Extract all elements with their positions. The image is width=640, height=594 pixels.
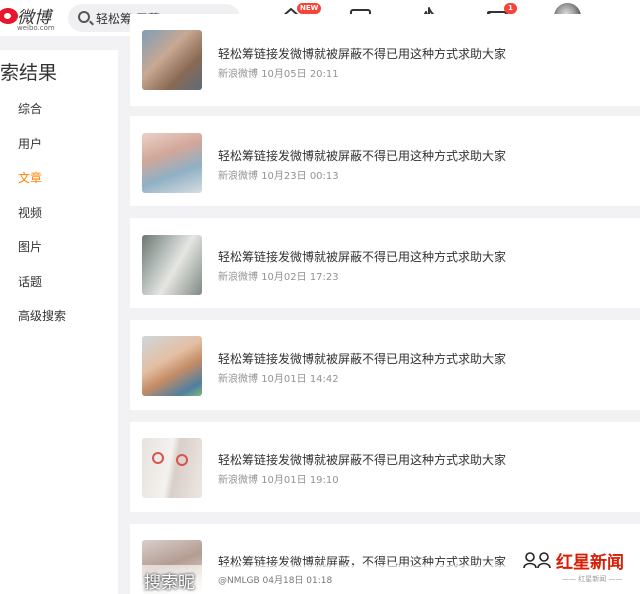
sidebar-item-users[interactable]: 用户 bbox=[18, 135, 42, 152]
red-star-news-watermark: 红星新闻 —— 红星新闻 —— bbox=[522, 546, 638, 592]
sidebar-item-articles[interactable]: 文章 bbox=[18, 169, 42, 186]
result-source: 新浪微博 bbox=[218, 69, 258, 80]
sidebar-item-images[interactable]: 图片 bbox=[18, 238, 42, 255]
result-meta: 新浪微博 10月01日 14:42 bbox=[218, 370, 339, 385]
result-time: 10月02日 17:23 bbox=[261, 272, 339, 283]
result-title[interactable]: 轻松筹链接发微博就被屏蔽不得已用这种方式求助大家 bbox=[218, 147, 506, 164]
overlay-subcaption: @NMLGB 04月18日 01:18 bbox=[218, 576, 333, 586]
result-time: 10月05日 20:11 bbox=[261, 69, 339, 80]
sidebar-title: 索结果 bbox=[0, 62, 58, 84]
result-thumbnail[interactable] bbox=[142, 133, 202, 193]
result-thumbnail[interactable] bbox=[142, 235, 202, 295]
result-meta: 新浪微博 10月05日 20:11 bbox=[218, 65, 339, 80]
sidebar-item-all[interactable]: 综合 bbox=[18, 100, 42, 117]
message-count-badge: 1 bbox=[504, 3, 517, 14]
result-meta: 新浪微博 10月23日 00:13 bbox=[218, 167, 339, 182]
search-filter-sidebar: 索结果 综合 用户 文章 视频 图片 话题 高级搜索 bbox=[0, 50, 118, 594]
weibo-logo[interactable]: 微博 weibo.com bbox=[0, 2, 62, 34]
search-icon[interactable] bbox=[78, 11, 90, 23]
logo-subtext: weibo.com bbox=[17, 24, 55, 32]
sidebar-item-advanced-search[interactable]: 高级搜索 bbox=[18, 307, 66, 324]
result-source: 新浪微博 bbox=[218, 475, 258, 486]
result-time: 10月01日 14:42 bbox=[261, 374, 339, 385]
result-card[interactable]: 轻松筹链接发微博就被屏蔽不得已用这种方式求助大家 新浪微博 10月05日 20:… bbox=[130, 14, 640, 106]
result-title[interactable]: 轻松筹链接发微博就被屏蔽不得已用这种方式求助大家 bbox=[218, 451, 506, 468]
result-card[interactable]: 轻松筹链接发微博就被屏蔽不得已用这种方式求助大家 新浪微博 10月02日 17:… bbox=[130, 218, 640, 308]
sidebar-item-topics[interactable]: 话题 bbox=[18, 273, 42, 290]
result-source: 新浪微博 bbox=[218, 171, 258, 182]
result-time: 10月23日 00:13 bbox=[261, 171, 339, 182]
stamp-mark bbox=[176, 454, 188, 466]
result-thumbnail[interactable] bbox=[142, 336, 202, 396]
result-source: 新浪微博 bbox=[218, 272, 258, 283]
result-source: 新浪微博 bbox=[218, 374, 258, 385]
home-new-badge: NEW bbox=[297, 3, 322, 14]
result-title[interactable]: 轻松筹链接发微博就被屏蔽不得已用这种方式求助大家 bbox=[218, 350, 506, 367]
overlay-caption: 搜索昵 bbox=[144, 573, 195, 593]
result-card[interactable]: 轻松筹链接发微博就被屏蔽不得已用这种方式求助大家 新浪微博 10月01日 19:… bbox=[130, 422, 640, 512]
result-meta: 新浪微博 10月02日 17:23 bbox=[218, 268, 339, 283]
sidebar-item-videos[interactable]: 视频 bbox=[18, 204, 42, 221]
result-card[interactable]: 轻松筹链接发微博就被屏蔽不得已用这种方式求助大家 新浪微博 10月01日 14:… bbox=[130, 320, 640, 410]
result-thumbnail[interactable] bbox=[142, 438, 202, 498]
result-title[interactable]: 轻松筹链接发微博就被屏蔽不得已用这种方式求助大家 bbox=[218, 45, 506, 62]
stamp-mark bbox=[152, 452, 164, 464]
result-thumbnail[interactable] bbox=[142, 30, 202, 90]
result-title[interactable]: 轻松筹链接发微博就被屏蔽不得已用这种方式求助大家 bbox=[218, 248, 506, 265]
weibo-eye-icon bbox=[0, 8, 18, 24]
watermark-subtext: —— 红星新闻 —— bbox=[562, 575, 623, 583]
result-time: 10月01日 19:10 bbox=[261, 475, 339, 486]
result-meta: 新浪微博 10月01日 19:10 bbox=[218, 471, 339, 486]
result-card[interactable]: 轻松筹链接发微博就被屏蔽不得已用这种方式求助大家 新浪微博 10月23日 00:… bbox=[130, 116, 640, 206]
people-icon bbox=[523, 552, 551, 569]
watermark-text: 红星新闻 bbox=[556, 553, 624, 573]
